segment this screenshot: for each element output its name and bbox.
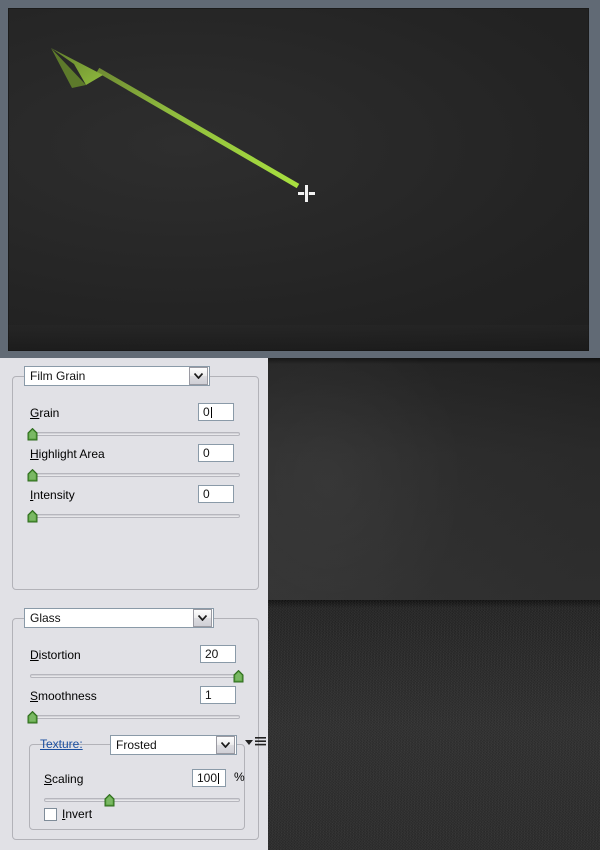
- texture-select[interactable]: Frosted: [110, 735, 237, 755]
- control-highlight-area-value[interactable]: 0: [198, 444, 234, 462]
- control-grain-value[interactable]: 0: [198, 403, 234, 421]
- filter-row-film-grain: Film Grain Grain 0 Highlight Area 0 Inte…: [0, 358, 600, 600]
- control-distortion-value[interactable]: 20: [200, 645, 236, 663]
- control-smoothness-slider[interactable]: [27, 711, 240, 724]
- chevron-down-icon[interactable]: [193, 609, 212, 627]
- control-smoothness-value[interactable]: 1: [200, 686, 236, 704]
- invert-checkbox[interactable]: [44, 807, 57, 821]
- control-scaling-unit: %: [234, 770, 245, 784]
- control-highlight-area-thumb[interactable]: [27, 469, 38, 482]
- filter-row-glass: Texture: Frosted Scaling 100 % Invert Gl…: [0, 600, 600, 850]
- control-scaling-label: Scaling: [44, 772, 84, 786]
- glass-settings-pane: Texture: Frosted Scaling 100 % Invert Gl…: [0, 600, 268, 850]
- control-scaling-track[interactable]: [44, 798, 240, 802]
- image-canvas-area[interactable]: [0, 0, 600, 358]
- control-distortion-track[interactable]: [30, 674, 240, 678]
- control-highlight-area-slider[interactable]: [27, 469, 240, 482]
- image-canvas[interactable]: [8, 8, 589, 351]
- chevron-down-icon[interactable]: [189, 367, 208, 385]
- invert-checkbox-label: Invert: [62, 807, 93, 821]
- texture-select-value: Frosted: [116, 738, 157, 752]
- control-intensity-slider[interactable]: [27, 510, 240, 523]
- control-highlight-area-label: Highlight Area: [30, 447, 105, 461]
- control-scaling-thumb[interactable]: [104, 794, 115, 807]
- texture-group-box: Texture: Frosted Scaling 100 % Invert: [29, 735, 266, 830]
- control-scaling-value[interactable]: 100: [192, 769, 226, 787]
- control-grain-thumb[interactable]: [27, 428, 38, 441]
- control-distortion-label: Distortion: [30, 648, 81, 662]
- control-smoothness-track[interactable]: [30, 715, 240, 719]
- control-intensity-thumb[interactable]: [27, 510, 38, 523]
- texture-label-link[interactable]: Texture:: [40, 737, 83, 751]
- control-highlight-area-track[interactable]: [30, 473, 240, 477]
- filter-select-film-grain[interactable]: Film Grain: [24, 366, 210, 386]
- invert-checkbox-row[interactable]: Invert: [44, 807, 92, 821]
- control-scaling-slider[interactable]: [44, 794, 240, 807]
- control-smoothness-thumb[interactable]: [27, 711, 38, 724]
- control-distortion-slider[interactable]: [30, 670, 244, 683]
- film-grain-preview[interactable]: [268, 358, 600, 600]
- glass-preview[interactable]: [268, 600, 600, 850]
- control-intensity-track[interactable]: [30, 514, 240, 518]
- green-arrow-annotation: [51, 48, 300, 189]
- film-grain-settings-pane: Film Grain Grain 0 Highlight Area 0 Inte…: [0, 358, 268, 600]
- chevron-down-icon[interactable]: [216, 736, 235, 754]
- filter-select-film-grain-value: Film Grain: [30, 369, 86, 383]
- control-intensity-value[interactable]: 0: [198, 485, 234, 503]
- control-smoothness-label: Smoothness: [30, 689, 97, 703]
- filter-select-glass-value: Glass: [30, 611, 61, 625]
- control-grain-track[interactable]: [30, 432, 240, 436]
- flyout-menu-icon[interactable]: [245, 737, 266, 747]
- control-intensity-label: Intensity: [30, 488, 75, 502]
- control-grain-slider[interactable]: [27, 428, 240, 441]
- control-distortion-thumb[interactable]: [233, 670, 244, 683]
- control-grain-label: Grain: [30, 406, 60, 420]
- filter-select-glass[interactable]: Glass: [24, 608, 214, 628]
